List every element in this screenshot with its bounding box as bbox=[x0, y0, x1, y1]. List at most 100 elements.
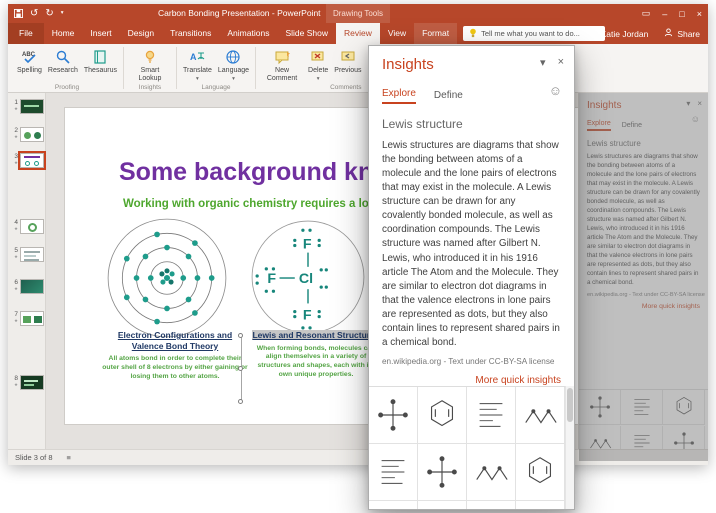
group-language: A Translate ▾ Language ▾ Language bbox=[177, 44, 255, 92]
notes-icon[interactable]: ≡ bbox=[67, 453, 71, 462]
slide-thumb-row-1: 1★ bbox=[10, 99, 44, 114]
slide-6-thumbnail[interactable] bbox=[20, 279, 44, 294]
group-label-insights: Insights bbox=[124, 84, 176, 91]
thesaurus-button[interactable]: Thesaurus bbox=[81, 47, 120, 76]
selection-handle[interactable] bbox=[238, 399, 243, 404]
animation-star-icon: ★ bbox=[10, 382, 18, 388]
previous-comment-button[interactable]: Previous bbox=[331, 47, 364, 76]
save-icon[interactable] bbox=[14, 5, 23, 23]
ribbon: ABC Spelling Research Thesaurus Proo bbox=[8, 44, 708, 93]
slide-7-thumbnail[interactable] bbox=[20, 311, 44, 326]
window-controls: ▭ – □ × bbox=[642, 4, 702, 23]
language-button[interactable]: Language ▾ bbox=[215, 47, 252, 83]
explore-tab[interactable]: Explore bbox=[382, 88, 416, 104]
user-name[interactable]: Katie Jordan bbox=[601, 29, 649, 39]
qat-dropdown-icon[interactable]: ▾ bbox=[61, 4, 64, 23]
slide-number: 6★ bbox=[10, 279, 18, 294]
tab-slide-show[interactable]: Slide Show bbox=[277, 23, 336, 44]
slide-8-thumbnail[interactable] bbox=[20, 375, 44, 390]
previous-label: Previous bbox=[334, 67, 361, 75]
slide-number: 8★ bbox=[10, 375, 18, 390]
person-icon bbox=[664, 28, 673, 39]
delete-comment-button[interactable]: Delete ▾ bbox=[305, 47, 331, 83]
tab-format[interactable]: Format bbox=[414, 23, 457, 44]
slide-number: 1★ bbox=[10, 99, 18, 114]
slide-number: 2★ bbox=[10, 127, 18, 142]
undo-icon[interactable]: ↺ bbox=[30, 4, 38, 23]
insights-pane-docked: Insights ▾ × Explore Define ☺ Lewis stru… bbox=[578, 93, 708, 461]
pane-dropdown-icon[interactable]: ▾ bbox=[540, 56, 546, 69]
group-insights: Smart Lookup Insights bbox=[124, 44, 176, 92]
spelling-label: Spelling bbox=[17, 67, 42, 75]
tell-me-box[interactable]: Tell me what you want to do... bbox=[463, 26, 605, 41]
tell-me-placeholder: Tell me what you want to do... bbox=[481, 29, 580, 38]
delete-label: Delete bbox=[308, 67, 328, 75]
molecule-thumb[interactable] bbox=[418, 444, 467, 501]
tab-review[interactable]: Review bbox=[336, 23, 380, 44]
selection-handle[interactable] bbox=[238, 333, 243, 338]
translate-button[interactable]: A Translate ▾ bbox=[180, 47, 215, 83]
contextual-tab-group: Drawing Tools bbox=[326, 4, 390, 23]
ribbon-display-options-icon[interactable]: ▭ bbox=[642, 8, 651, 19]
redo-icon[interactable]: ↻ bbox=[45, 4, 53, 23]
tab-insert[interactable]: Insert bbox=[82, 23, 119, 44]
slide-thumbnail-panel: 1★ 2★ 3★ 4★ 5★ 6★ bbox=[8, 93, 46, 449]
right-text-box-selected[interactable]: Lewis and Resonant Structures When formi… bbox=[251, 330, 381, 380]
tab-file[interactable]: File bbox=[8, 23, 44, 44]
molecule-thumb[interactable] bbox=[418, 387, 467, 444]
molecule-thumb[interactable] bbox=[369, 444, 418, 501]
dropdown-icon: ▾ bbox=[317, 76, 320, 82]
result-source-link[interactable]: en.wikipedia.org - Text under CC-BY-SA l… bbox=[382, 357, 561, 366]
tab-view[interactable]: View bbox=[380, 23, 414, 44]
slide-1-thumbnail[interactable] bbox=[20, 99, 44, 114]
pane-close-icon[interactable]: × bbox=[558, 56, 564, 69]
research-button[interactable]: Research bbox=[45, 47, 81, 76]
share-label: Share bbox=[677, 29, 700, 39]
selection-handle[interactable] bbox=[238, 366, 243, 371]
slide-thumb-row-7: 7★ bbox=[10, 311, 44, 326]
left-text-box[interactable]: Electron Configurations and Valence Bond… bbox=[101, 330, 249, 382]
slide-3-thumbnail-selected[interactable] bbox=[20, 153, 44, 168]
research-label: Research bbox=[48, 67, 78, 75]
molecule-thumb[interactable] bbox=[467, 501, 516, 509]
lewis-structure-diagram[interactable]: F F Cl F bbox=[247, 216, 369, 338]
smart-lookup-button[interactable]: Smart Lookup bbox=[127, 47, 173, 84]
pane-controls: ▾ × bbox=[540, 56, 564, 69]
restore-icon[interactable]: □ bbox=[679, 9, 684, 19]
molecule-thumb[interactable] bbox=[516, 387, 565, 444]
lewis-atom-left: F bbox=[267, 271, 276, 287]
molecule-thumb[interactable] bbox=[516, 501, 565, 509]
tab-transitions[interactable]: Transitions bbox=[162, 23, 219, 44]
slide-number: 4★ bbox=[10, 219, 18, 234]
animation-star-icon: ★ bbox=[10, 318, 18, 324]
minimize-icon[interactable]: – bbox=[662, 9, 667, 19]
define-tab[interactable]: Define bbox=[434, 90, 463, 104]
insights-tabs: Explore Define bbox=[382, 88, 561, 104]
slide-thumb-row-5: 5★ bbox=[10, 247, 44, 262]
tab-home[interactable]: Home bbox=[44, 23, 83, 44]
new-comment-button[interactable]: New Comment bbox=[259, 47, 305, 84]
molecule-thumb[interactable] bbox=[418, 501, 467, 509]
scrollbar-thumb[interactable] bbox=[567, 388, 573, 422]
molecule-thumb[interactable] bbox=[467, 387, 516, 444]
molecule-thumb[interactable] bbox=[369, 387, 418, 444]
spelling-button[interactable]: ABC Spelling bbox=[14, 47, 45, 76]
image-results-grid bbox=[369, 386, 574, 509]
bohr-atom-diagram[interactable] bbox=[101, 212, 233, 344]
slide-counter: Slide 3 of 8 bbox=[15, 453, 53, 462]
slide-2-thumbnail[interactable] bbox=[20, 127, 44, 142]
slide-5-thumbnail[interactable] bbox=[20, 247, 44, 262]
feedback-smiley-icon[interactable]: ☺ bbox=[549, 84, 562, 97]
molecule-thumb[interactable] bbox=[369, 501, 418, 509]
tab-animations[interactable]: Animations bbox=[219, 23, 277, 44]
close-icon[interactable]: × bbox=[697, 9, 702, 19]
more-quick-insights-link[interactable]: More quick insights bbox=[382, 375, 561, 386]
svg-text:A: A bbox=[190, 52, 197, 62]
molecule-thumb[interactable] bbox=[516, 444, 565, 501]
scrollbar[interactable] bbox=[565, 386, 574, 509]
slide-thumb-row-4: 4★ bbox=[10, 219, 44, 234]
slide-4-thumbnail[interactable] bbox=[20, 219, 44, 234]
molecule-thumb[interactable] bbox=[467, 444, 516, 501]
tab-design[interactable]: Design bbox=[120, 23, 162, 44]
share-button[interactable]: Share bbox=[664, 28, 700, 39]
